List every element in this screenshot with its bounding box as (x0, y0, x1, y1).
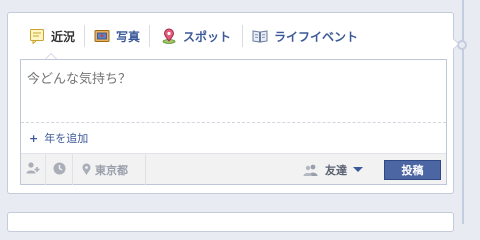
status-icon (29, 28, 45, 45)
composer-tabs: 近況 写真 スポット ライフイベント (8, 13, 453, 59)
post-button[interactable]: 投稿 (384, 160, 441, 180)
tab-life-event[interactable]: ライフイベント (243, 23, 367, 49)
tag-friends-button[interactable] (21, 154, 45, 185)
clock-icon (53, 160, 66, 179)
audience-selector[interactable]: 友達 (303, 154, 363, 185)
tab-status[interactable]: 近況 (8, 23, 84, 49)
add-friend-icon (26, 160, 40, 179)
tab-life-event-label: ライフイベント (274, 29, 359, 44)
plus-icon: + (29, 131, 39, 145)
location-pin-icon (82, 160, 91, 179)
status-input-box: + 年を追加 (20, 59, 447, 185)
dashed-divider (21, 122, 446, 123)
tab-place-label: スポット (183, 29, 232, 44)
add-time-button[interactable] (46, 154, 72, 185)
chevron-down-icon (353, 167, 363, 172)
timeline-line (462, 0, 464, 224)
bar-divider (145, 154, 146, 185)
tab-status-label: 近況 (51, 29, 76, 44)
add-year-label: 年を追加 (44, 132, 89, 145)
post-composer: 近況 写真 スポット ライフイベント 今どんな気持ち？ + 年を追加 東京都 友… (7, 12, 454, 194)
friends-icon (303, 164, 319, 176)
audience-label: 友達 (325, 163, 347, 177)
composer-bottom-bar: 東京都 友達 投稿 (21, 153, 446, 185)
next-timeline-card (7, 212, 454, 232)
place-pin-icon (161, 28, 177, 44)
location-button[interactable]: 東京都 (73, 154, 145, 185)
add-year-link[interactable]: + 年を追加 (29, 130, 88, 146)
status-input[interactable] (21, 60, 446, 121)
tab-photo[interactable]: 写真 (85, 23, 149, 49)
composer-arrow-fill (453, 39, 458, 49)
tab-photo-label: 写真 (116, 29, 141, 44)
photo-icon (94, 28, 110, 44)
location-label: 東京都 (95, 163, 128, 177)
tab-place[interactable]: スポット (150, 23, 242, 49)
life-event-book-icon (252, 28, 268, 44)
